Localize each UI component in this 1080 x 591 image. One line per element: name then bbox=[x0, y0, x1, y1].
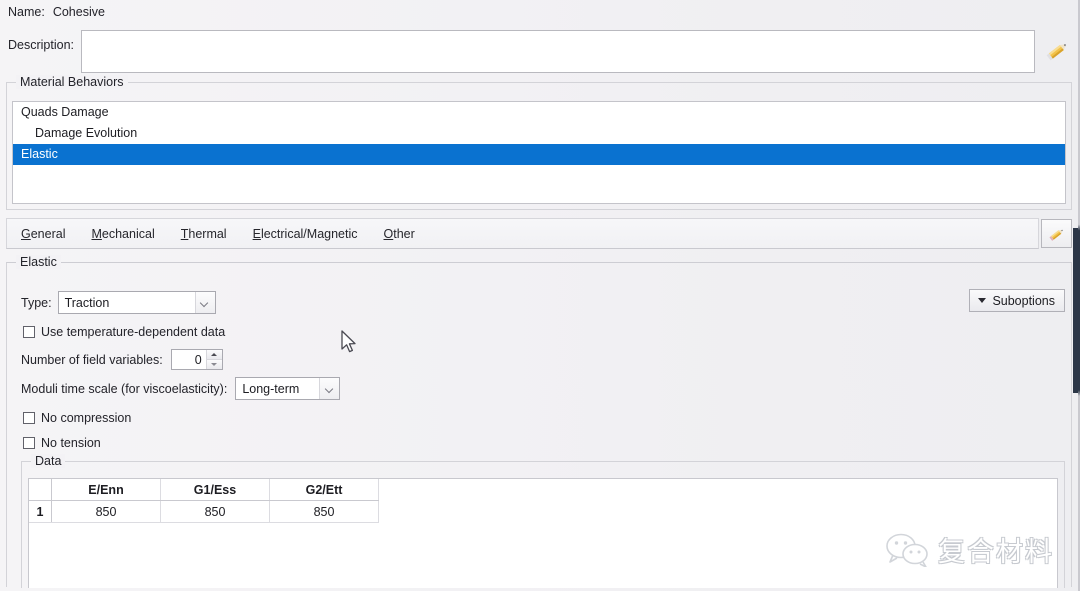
field-variables-row: Number of field variables: 0 bbox=[21, 349, 223, 370]
chevron-down-icon[interactable] bbox=[194, 292, 215, 313]
no-compression-label: No compression bbox=[41, 411, 132, 425]
no-tension-label: No tension bbox=[41, 436, 101, 450]
material-behaviors-list[interactable]: Quads Damage Damage Evolution Elastic bbox=[12, 101, 1066, 204]
category-tabbar: General Mechanical Thermal Electrical/Ma… bbox=[6, 218, 1072, 249]
suboptions-button[interactable]: Suboptions bbox=[969, 289, 1065, 312]
data-group-title: Data bbox=[31, 454, 66, 468]
tab-mechanical[interactable]: Mechanical bbox=[91, 227, 154, 241]
watermark: 复合材料 bbox=[885, 530, 1054, 569]
pencil-icon bbox=[1048, 229, 1063, 241]
pencil-icon-button[interactable] bbox=[1041, 219, 1072, 248]
table-row: 1 850 850 850 bbox=[29, 500, 379, 523]
table-corner-cell bbox=[29, 479, 52, 501]
description-input[interactable] bbox=[81, 30, 1035, 73]
stepper-up-button[interactable] bbox=[206, 350, 222, 360]
tab-mechanical-mnemonic: M bbox=[91, 226, 102, 241]
cell-g1-ess[interactable]: 850 bbox=[160, 500, 270, 523]
tab-general-mnemonic: G bbox=[21, 226, 31, 241]
moduli-time-scale-select[interactable]: Long-term bbox=[235, 377, 341, 400]
cell-e-enn[interactable]: 850 bbox=[51, 500, 161, 523]
no-compression-row[interactable]: No compression bbox=[23, 411, 131, 425]
tab-electrical-magnetic[interactable]: Electrical/Magnetic bbox=[253, 227, 358, 241]
tab-general-label: eneral bbox=[30, 226, 66, 241]
tab-other[interactable]: Other bbox=[384, 227, 415, 241]
name-row: Name: Cohesive bbox=[8, 5, 105, 19]
tab-general[interactable]: General bbox=[21, 227, 65, 241]
wechat-icon bbox=[886, 533, 928, 567]
field-variables-label: Number of field variables: bbox=[21, 352, 163, 367]
chevron-down-icon[interactable] bbox=[319, 378, 340, 399]
pencil-icon[interactable] bbox=[1042, 36, 1072, 66]
tab-thermal-label: hermal bbox=[188, 226, 227, 241]
behavior-label: Damage Evolution bbox=[35, 126, 138, 140]
type-label: Type: bbox=[21, 295, 52, 310]
list-item-selected[interactable]: Elastic bbox=[13, 144, 1065, 165]
material-behaviors-title: Material Behaviors bbox=[16, 75, 128, 89]
behavior-label: Quads Damage bbox=[21, 105, 109, 119]
moduli-time-scale-label: Moduli time scale (for viscoelasticity): bbox=[21, 381, 228, 396]
name-value: Cohesive bbox=[52, 5, 105, 19]
name-label: Name: bbox=[8, 5, 45, 19]
cell-g2-ett[interactable]: 850 bbox=[269, 500, 379, 523]
moduli-time-scale-value: Long-term bbox=[242, 381, 300, 396]
tab-other-mnemonic: O bbox=[383, 226, 394, 241]
elastic-group-title: Elastic bbox=[16, 255, 61, 269]
tabs-strip: General Mechanical Thermal Electrical/Ma… bbox=[6, 218, 1039, 249]
description-label: Description: bbox=[8, 38, 74, 52]
column-header-g2-ett[interactable]: G2/Ett bbox=[269, 479, 379, 501]
field-variables-value: 0 bbox=[194, 352, 202, 367]
tab-mechanical-label: echanical bbox=[101, 226, 155, 241]
field-variables-stepper[interactable]: 0 bbox=[170, 349, 223, 370]
column-header-e-enn[interactable]: E/Enn bbox=[51, 479, 161, 501]
behavior-label: Elastic bbox=[21, 147, 58, 161]
moduli-time-scale-row: Moduli time scale (for viscoelasticity):… bbox=[21, 377, 341, 400]
use-temperature-dependent-label: Use temperature-dependent data bbox=[41, 325, 226, 339]
type-value: Traction bbox=[64, 295, 110, 310]
stepper-down-button[interactable] bbox=[206, 360, 222, 369]
type-row: Type: Traction bbox=[21, 291, 216, 314]
data-table: E/Enn G1/Ess G2/Ett 1 850 850 850 bbox=[29, 479, 379, 523]
tab-electrical-mnemonic: E bbox=[252, 226, 261, 241]
tab-other-label: ther bbox=[393, 226, 415, 241]
type-select[interactable]: Traction bbox=[57, 291, 216, 314]
description-row: Description: bbox=[8, 30, 1072, 73]
no-tension-row[interactable]: No tension bbox=[23, 436, 101, 450]
edit-material-dialog: Name: Cohesive Description: Material Beh… bbox=[0, 0, 1080, 591]
use-temperature-dependent-row[interactable]: Use temperature-dependent data bbox=[23, 325, 225, 339]
tab-thermal[interactable]: Thermal bbox=[181, 227, 227, 241]
no-tension-checkbox[interactable] bbox=[23, 437, 35, 449]
list-item[interactable]: Damage Evolution bbox=[13, 123, 1065, 144]
watermark-text: 复合材料 bbox=[938, 537, 1054, 568]
no-compression-checkbox[interactable] bbox=[23, 412, 35, 424]
stepper-buttons[interactable] bbox=[205, 350, 222, 369]
material-behaviors-group: Material Behaviors Quads Damage Damage E… bbox=[6, 75, 1072, 210]
list-item[interactable]: Quads Damage bbox=[13, 102, 1065, 123]
row-header-1[interactable]: 1 bbox=[29, 500, 52, 523]
table-header-row: E/Enn G1/Ess G2/Ett bbox=[29, 479, 379, 501]
column-header-g1-ess[interactable]: G1/Ess bbox=[160, 479, 270, 501]
use-temperature-dependent-checkbox[interactable] bbox=[23, 326, 35, 338]
suboptions-label: Suboptions bbox=[992, 293, 1055, 308]
chevron-down-icon bbox=[978, 298, 987, 303]
tab-electrical-label: lectrical/Magnetic bbox=[260, 226, 358, 241]
